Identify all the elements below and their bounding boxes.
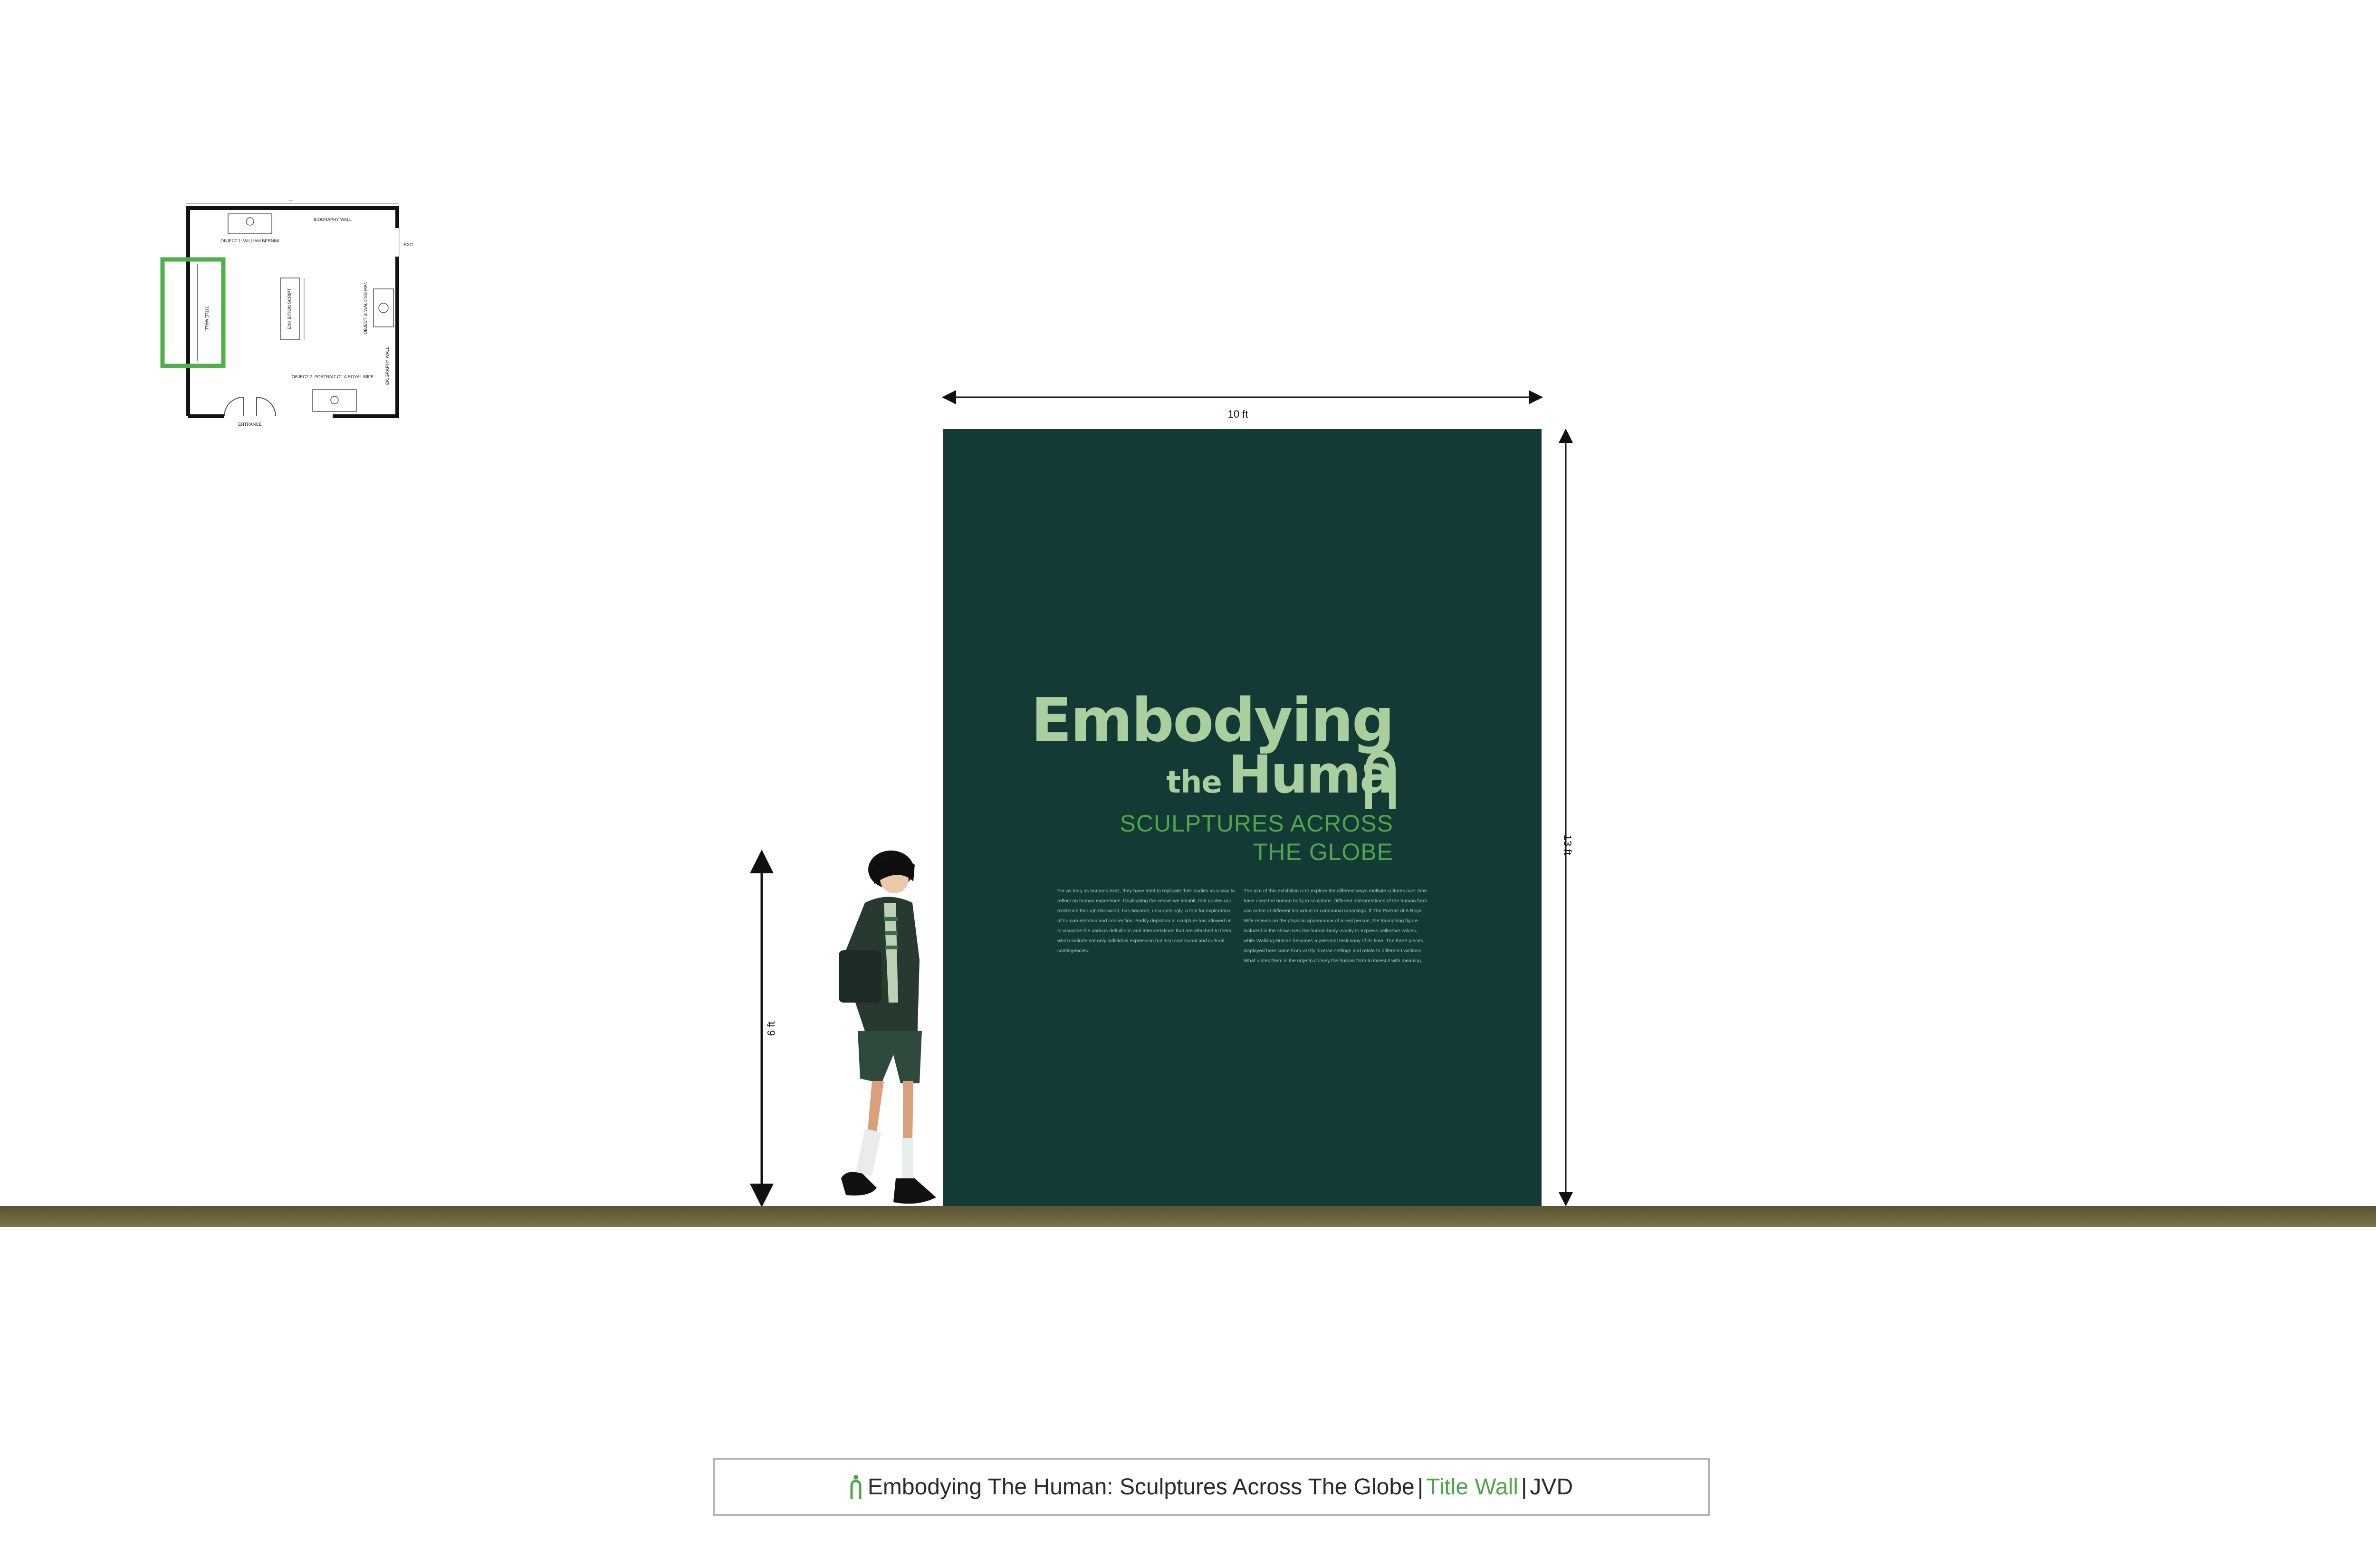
caption-title: Embodying The Human: Sculptures Across T… [867, 1474, 1415, 1500]
height-label: 13 ft [1562, 834, 1574, 855]
title-wall-panel: Embodying the Huma SCULPTURES ACROSS THE … [943, 429, 1542, 1206]
exhibition-title: Embodying the Huma [1031, 685, 1396, 809]
figure-n-icon [1365, 750, 1396, 809]
caption-highlight: Title Wall [1426, 1474, 1518, 1500]
caption-author: JVD [1530, 1474, 1573, 1500]
intro-text-right: The aim of this exhibition is to explore… [1244, 888, 1428, 964]
caption-separator-2: | [1521, 1474, 1527, 1500]
caption-separator: | [1417, 1474, 1424, 1500]
floor-line [0, 1206, 2376, 1227]
title-the: the [1166, 765, 1222, 800]
intro-text-left: For as long as humans exist, they have t… [1057, 888, 1235, 954]
person-scale-figure [839, 851, 936, 1204]
caption-bar: Embodying The Human: Sculptures Across T… [713, 1458, 1710, 1516]
title-line1: Embodying [1031, 685, 1395, 755]
human-figure-icon [850, 1475, 862, 1499]
subtitle: SCULPTURES ACROSS THE GLOBE [1120, 810, 1393, 865]
width-label: 10 ft [1227, 408, 1248, 420]
